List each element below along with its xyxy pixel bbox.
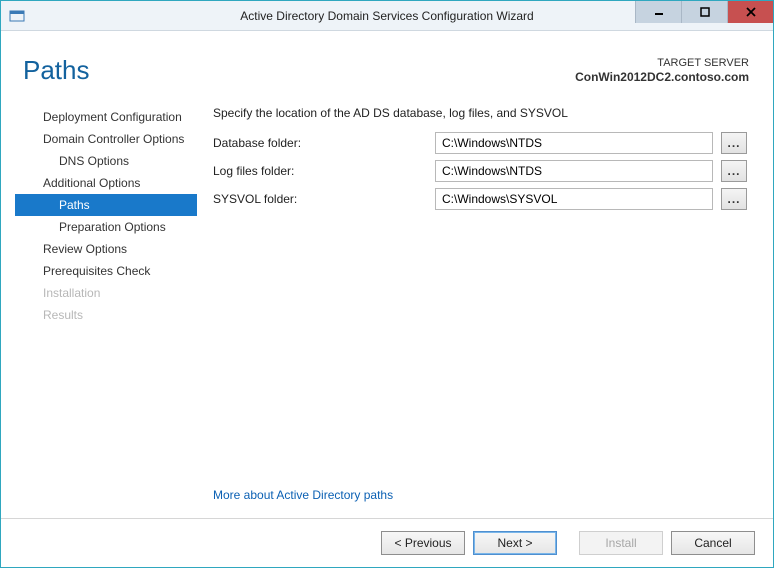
maximize-button[interactable]: [681, 1, 727, 23]
install-button: Install: [579, 531, 663, 555]
sysvol-folder-browse-button[interactable]: ...: [721, 188, 747, 210]
next-button[interactable]: Next >: [473, 531, 557, 555]
nav-installation: Installation: [15, 282, 197, 304]
database-folder-input[interactable]: [435, 132, 713, 154]
logfiles-folder-input[interactable]: [435, 160, 713, 182]
previous-button[interactable]: < Previous: [381, 531, 465, 555]
nav-results: Results: [15, 304, 197, 326]
nav-review-options[interactable]: Review Options: [15, 238, 197, 260]
nav-dns-options[interactable]: DNS Options: [15, 150, 197, 172]
wizard-footer: < Previous Next > Install Cancel: [1, 518, 773, 567]
logfiles-folder-browse-button[interactable]: ...: [721, 160, 747, 182]
page-heading: Paths: [23, 55, 90, 86]
nav-additional-options[interactable]: Additional Options: [15, 172, 197, 194]
instruction-text: Specify the location of the AD DS databa…: [213, 106, 747, 120]
sysvol-folder-row: SYSVOL folder: ...: [213, 188, 747, 210]
wizard-nav: Deployment Configuration Domain Controll…: [9, 106, 197, 518]
database-folder-label: Database folder:: [213, 136, 427, 150]
close-button[interactable]: [727, 1, 773, 23]
sysvol-folder-label: SYSVOL folder:: [213, 192, 427, 206]
logfiles-folder-label: Log files folder:: [213, 164, 427, 178]
titlebar: Active Directory Domain Services Configu…: [1, 1, 773, 31]
target-server-block: TARGET SERVER ConWin2012DC2.contoso.com: [575, 56, 749, 86]
nav-preparation-options[interactable]: Preparation Options: [15, 216, 197, 238]
nav-prerequisites-check[interactable]: Prerequisites Check: [15, 260, 197, 282]
target-server-host: ConWin2012DC2.contoso.com: [575, 70, 749, 86]
minimize-button[interactable]: [635, 1, 681, 23]
more-about-paths-link[interactable]: More about Active Directory paths: [213, 488, 393, 502]
database-folder-browse-button[interactable]: ...: [721, 132, 747, 154]
cancel-button[interactable]: Cancel: [671, 531, 755, 555]
database-folder-row: Database folder: ...: [213, 132, 747, 154]
app-icon: [3, 2, 31, 30]
sysvol-folder-input[interactable]: [435, 188, 713, 210]
window-controls: [635, 1, 773, 30]
nav-paths[interactable]: Paths: [15, 194, 197, 216]
nav-domain-controller-options[interactable]: Domain Controller Options: [15, 128, 197, 150]
logfiles-folder-row: Log files folder: ...: [213, 160, 747, 182]
target-server-label: TARGET SERVER: [575, 56, 749, 70]
nav-deployment-configuration[interactable]: Deployment Configuration: [15, 106, 197, 128]
